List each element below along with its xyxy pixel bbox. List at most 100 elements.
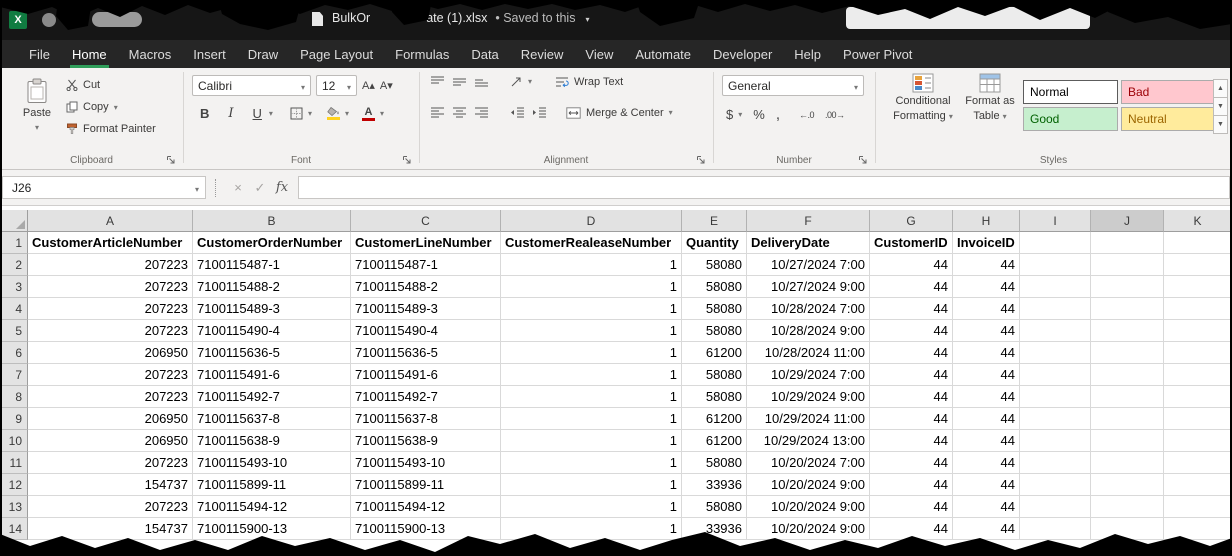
cell-H12[interactable]: 44 (953, 474, 1020, 496)
cell-F11[interactable]: 10/20/2024 7:00 (747, 452, 870, 474)
cell-D2[interactable]: 1 (501, 254, 682, 276)
row-header-14[interactable]: 14 (0, 518, 28, 540)
cell-F3[interactable]: 10/27/2024 9:00 (747, 276, 870, 298)
font-family-select[interactable]: Calibri (192, 75, 311, 96)
cell-F6[interactable]: 10/28/2024 11:00 (747, 342, 870, 364)
increase-decimal-button[interactable] (799, 109, 814, 121)
cell-C9[interactable]: 7100115637-8 (351, 408, 501, 430)
style-cell-normal[interactable]: Normal (1023, 80, 1118, 104)
cell-F13[interactable]: 10/20/2024 9:00 (747, 496, 870, 518)
tab-file[interactable]: File (18, 40, 61, 68)
cell-A13[interactable]: 207223 (28, 496, 193, 518)
cell-D12[interactable]: 1 (501, 474, 682, 496)
cell-A2[interactable]: 207223 (28, 254, 193, 276)
cell-D1[interactable]: CustomerRealeaseNumber (501, 232, 682, 254)
cell-E6[interactable]: 61200 (682, 342, 747, 364)
cell-C8[interactable]: 7100115492-7 (351, 386, 501, 408)
cell-J7[interactable] (1091, 364, 1164, 386)
cell-J14[interactable] (1091, 518, 1164, 540)
clipboard-dialog-launcher-icon[interactable] (166, 155, 176, 165)
tab-home[interactable]: Home (61, 40, 118, 68)
cell-I12[interactable] (1020, 474, 1091, 496)
cell-B6[interactable]: 7100115636-5 (193, 342, 351, 364)
tab-data[interactable]: Data (460, 40, 509, 68)
column-header-J[interactable]: J (1091, 210, 1164, 232)
cell-D7[interactable]: 1 (501, 364, 682, 386)
cell-B2[interactable]: 7100115487-1 (193, 254, 351, 276)
number-format-dropdown-icon[interactable] (854, 80, 858, 92)
copy-dropdown-icon[interactable] (114, 102, 118, 113)
cell-B9[interactable]: 7100115637-8 (193, 408, 351, 430)
cell-K9[interactable] (1164, 408, 1232, 430)
cell-C6[interactable]: 7100115636-5 (351, 342, 501, 364)
cell-F8[interactable]: 10/29/2024 9:00 (747, 386, 870, 408)
row-header-6[interactable]: 6 (0, 342, 28, 364)
cell-C14[interactable]: 7100115900-13 (351, 518, 501, 540)
cell-H3[interactable]: 44 (953, 276, 1020, 298)
cell-K3[interactable] (1164, 276, 1232, 298)
cell-B4[interactable]: 7100115489-3 (193, 298, 351, 320)
cell-F14[interactable]: 10/20/2024 9:00 (747, 518, 870, 540)
name-box[interactable]: J26 (2, 176, 206, 199)
cell-E1[interactable]: Quantity (682, 232, 747, 254)
accounting-format-button[interactable]: $ (726, 107, 742, 122)
shrink-font-button[interactable] (380, 79, 393, 92)
conditional-formatting-button[interactable]: Conditional Formatting (889, 73, 957, 123)
cell-I8[interactable] (1020, 386, 1091, 408)
cell-E14[interactable]: 33936 (682, 518, 747, 540)
align-middle-icon[interactable] (452, 75, 467, 88)
cell-D8[interactable]: 1 (501, 386, 682, 408)
conditional-formatting-dropdown-icon[interactable] (949, 111, 953, 122)
cell-B5[interactable]: 7100115490-4 (193, 320, 351, 342)
cell-D3[interactable]: 1 (501, 276, 682, 298)
cell-A8[interactable]: 207223 (28, 386, 193, 408)
cell-K2[interactable] (1164, 254, 1232, 276)
cell-H10[interactable]: 44 (953, 430, 1020, 452)
cell-J3[interactable] (1091, 276, 1164, 298)
cell-C11[interactable]: 7100115493-10 (351, 452, 501, 474)
cell-J13[interactable] (1091, 496, 1164, 518)
cell-C13[interactable]: 7100115494-12 (351, 496, 501, 518)
cell-H8[interactable]: 44 (953, 386, 1020, 408)
cell-G2[interactable]: 44 (870, 254, 953, 276)
row-header-2[interactable]: 2 (0, 254, 28, 276)
orientation-dropdown-icon[interactable] (528, 76, 532, 87)
merge-center-dropdown-icon[interactable] (669, 107, 673, 118)
italic-button[interactable]: I (223, 106, 238, 121)
cell-I10[interactable] (1020, 430, 1091, 452)
cell-C7[interactable]: 7100115491-6 (351, 364, 501, 386)
style-cell-neutral[interactable]: Neutral (1121, 107, 1216, 131)
cell-B13[interactable]: 7100115494-12 (193, 496, 351, 518)
paste-button[interactable]: Paste (14, 74, 60, 146)
cell-F5[interactable]: 10/28/2024 9:00 (747, 320, 870, 342)
font-dialog-launcher-icon[interactable] (402, 155, 412, 165)
enter-button[interactable]: ✓ (250, 176, 270, 199)
cell-G13[interactable]: 44 (870, 496, 953, 518)
cell-J12[interactable] (1091, 474, 1164, 496)
format-painter-button[interactable]: Format Painter (66, 123, 156, 135)
align-top-icon[interactable] (430, 75, 445, 88)
column-header-H[interactable]: H (953, 210, 1020, 232)
accounting-dropdown-icon[interactable] (738, 109, 742, 120)
column-header-C[interactable]: C (351, 210, 501, 232)
tab-page-layout[interactable]: Page Layout (289, 40, 384, 68)
cell-A12[interactable]: 154737 (28, 474, 193, 496)
cell-K14[interactable] (1164, 518, 1232, 540)
row-header-1[interactable]: 1 (0, 232, 28, 254)
cell-E2[interactable]: 58080 (682, 254, 747, 276)
cell-E12[interactable]: 33936 (682, 474, 747, 496)
cell-D6[interactable]: 1 (501, 342, 682, 364)
cell-I1[interactable] (1020, 232, 1091, 254)
format-as-table-button[interactable]: Format as Table (959, 73, 1021, 123)
cell-C1[interactable]: CustomerLineNumber (351, 232, 501, 254)
cell-E3[interactable]: 58080 (682, 276, 747, 298)
row-header-8[interactable]: 8 (0, 386, 28, 408)
cell-C12[interactable]: 7100115899-11 (351, 474, 501, 496)
grow-font-button[interactable] (362, 79, 375, 92)
format-as-table-dropdown-icon[interactable] (1003, 111, 1007, 122)
cell-G6[interactable]: 44 (870, 342, 953, 364)
cell-H5[interactable]: 44 (953, 320, 1020, 342)
cell-C4[interactable]: 7100115489-3 (351, 298, 501, 320)
cell-A11[interactable]: 207223 (28, 452, 193, 474)
cell-B7[interactable]: 7100115491-6 (193, 364, 351, 386)
